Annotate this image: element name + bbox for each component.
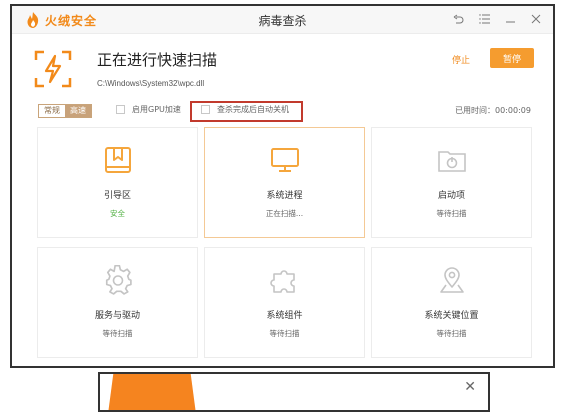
title-bar: 火绒安全 病毒查杀	[12, 6, 553, 34]
options-bar: 常规 高速 启用GPU加速 查杀完成后自动关机 已用时间：00:00:09	[12, 101, 553, 123]
stop-button[interactable]: 停止	[452, 53, 470, 66]
scan-item-key-locations[interactable]: 系统关键位置 等待扫描	[371, 247, 532, 358]
item-title: 系统组件	[266, 311, 303, 321]
item-title: 服务与驱动	[94, 311, 140, 321]
popup-close-icon[interactable]: ✕	[464, 379, 476, 395]
scan-item-startup[interactable]: 启动项 等待扫描	[371, 127, 532, 238]
mode-fast-tab[interactable]: 高速	[65, 105, 91, 117]
menu-icon[interactable]	[477, 11, 491, 27]
gpu-checkbox-box[interactable]	[116, 105, 125, 114]
main-window: 火绒安全 病毒查杀 正在进行快速扫描 C:\Windows\System32\w…	[10, 4, 555, 368]
scan-item-services[interactable]: 服务与驱动 等待扫描	[37, 247, 198, 358]
back-icon[interactable]	[451, 11, 465, 27]
puzzle-icon	[269, 270, 295, 293]
bookmark-icon	[104, 147, 131, 173]
item-status: 等待扫描	[102, 329, 133, 338]
scan-mode-toggle: 常规 高速	[38, 104, 92, 118]
pause-button[interactable]: 暂停	[490, 48, 534, 68]
item-title: 引导区	[103, 191, 131, 201]
auto-shutdown-checkbox[interactable]: 查杀完成后自动关机	[201, 104, 289, 115]
minimize-icon[interactable]	[503, 11, 517, 27]
shutdown-checkbox-label: 查杀完成后自动关机	[217, 105, 289, 114]
gear-icon	[105, 265, 132, 295]
monitor-icon	[270, 148, 299, 172]
item-title: 系统关键位置	[424, 311, 479, 321]
scan-items-grid: 引导区 安全 系统进程 正在扫描... 启动项 等待扫描 服务与驱动 等待扫描 …	[37, 127, 532, 363]
current-file-path: C:\Windows\System32\wpc.dll	[97, 79, 205, 88]
scan-item-components[interactable]: 系统组件 等待扫描	[204, 247, 365, 358]
scan-bolt-icon	[34, 50, 72, 88]
scan-title: 正在进行快速扫描	[97, 51, 218, 69]
power-folder-icon	[437, 151, 466, 172]
item-status: 安全	[110, 209, 125, 218]
elapsed-time: 已用时间：00:00:09	[455, 106, 531, 115]
item-status: 等待扫描	[269, 329, 300, 338]
scan-item-boot[interactable]: 引导区 安全	[37, 127, 198, 238]
scan-item-process[interactable]: 系统进程 正在扫描...	[204, 127, 365, 238]
close-icon[interactable]	[529, 11, 543, 27]
window-controls	[451, 11, 543, 27]
gpu-accel-checkbox[interactable]: 启用GPU加速	[116, 104, 181, 115]
item-status: 等待扫描	[436, 329, 467, 338]
orange-banner	[108, 374, 196, 410]
item-title: 启动项	[437, 191, 465, 201]
item-status: 等待扫描	[436, 209, 467, 218]
location-pin-icon	[439, 267, 464, 293]
gpu-checkbox-label: 启用GPU加速	[132, 105, 181, 114]
shutdown-checkbox-box[interactable]	[201, 105, 210, 114]
mode-normal-tab[interactable]: 常规	[39, 105, 65, 117]
secondary-window: ✕	[98, 372, 490, 412]
item-status: 正在扫描...	[265, 209, 304, 218]
item-title: 系统进程	[266, 191, 303, 201]
scan-header: 正在进行快速扫描 C:\Windows\System32\wpc.dll 停止 …	[12, 35, 553, 97]
